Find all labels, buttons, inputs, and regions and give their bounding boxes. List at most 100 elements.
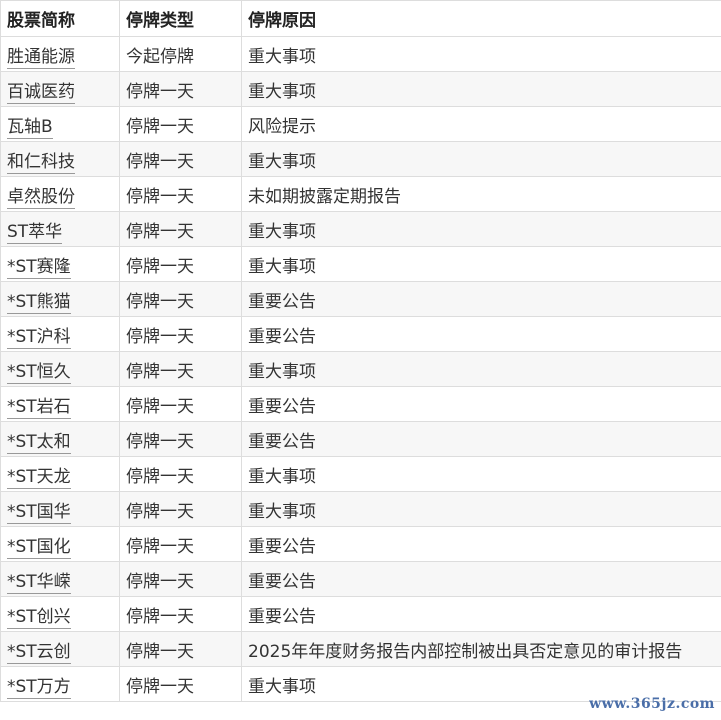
table-row: *ST创兴 停牌一天 重要公告 [0, 596, 721, 632]
stock-name-link[interactable]: *ST创兴 [7, 606, 71, 629]
cell-suspension-reason: 重要公告 [241, 596, 721, 632]
stock-name-link[interactable]: *ST太和 [7, 431, 71, 454]
table-row: 百诚医药 停牌一天 重大事项 [0, 71, 721, 107]
stock-name-link[interactable]: 瓦轴B [7, 116, 53, 139]
cell-suspension-type: 停牌一天 [119, 316, 242, 352]
table-header: 股票简称 停牌类型 停牌原因 [0, 0, 721, 37]
table-row: *ST国化 停牌一天 重要公告 [0, 526, 721, 562]
cell-suspension-type: 停牌一天 [119, 526, 242, 562]
cell-suspension-type: 今起停牌 [119, 36, 242, 72]
cell-suspension-reason: 风险提示 [241, 106, 721, 142]
cell-stock-name: *ST创兴 [0, 596, 120, 632]
cell-suspension-reason: 重要公告 [241, 526, 721, 562]
cell-stock-name: 瓦轴B [0, 106, 120, 142]
cell-stock-name: *ST国化 [0, 526, 120, 562]
cell-stock-name: *ST国华 [0, 491, 120, 527]
table-row: ST萃华 停牌一天 重大事项 [0, 211, 721, 247]
cell-stock-name: *ST云创 [0, 631, 120, 667]
cell-suspension-reason: 重大事项 [241, 36, 721, 72]
cell-suspension-type: 停牌一天 [119, 596, 242, 632]
stock-name-link[interactable]: *ST天龙 [7, 466, 71, 489]
table-row: 卓然股份 停牌一天 未如期披露定期报告 [0, 176, 721, 212]
stock-name-link[interactable]: *ST赛隆 [7, 256, 71, 279]
cell-suspension-reason: 重大事项 [241, 71, 721, 107]
cell-suspension-reason: 重大事项 [241, 211, 721, 247]
cell-suspension-reason: 重大事项 [241, 456, 721, 492]
suspension-table: 股票简称 停牌类型 停牌原因 胜通能源 今起停牌 重大事项 百诚医药 停牌一天 重大事项瓦… [0, 0, 721, 702]
cell-stock-name: *ST岩石 [0, 386, 120, 422]
cell-suspension-type: 停牌一天 [119, 246, 242, 282]
cell-suspension-reason: 重要公告 [241, 386, 721, 422]
table-row: *ST太和 停牌一天 重要公告 [0, 421, 721, 457]
cell-suspension-type: 停牌一天 [119, 491, 242, 527]
stock-name-link[interactable]: *ST沪科 [7, 326, 71, 349]
cell-suspension-type: 停牌一天 [119, 631, 242, 667]
table-row: 瓦轴B 停牌一天 风险提示 [0, 106, 721, 142]
cell-suspension-type: 停牌一天 [119, 71, 242, 107]
header-stock-name: 股票简称 [0, 0, 120, 37]
table-row: 和仁科技 停牌一天 重大事项 [0, 141, 721, 177]
header-row: 股票简称 停牌类型 停牌原因 [0, 0, 721, 37]
stock-name-link[interactable]: *ST熊猫 [7, 291, 71, 314]
table-row: *ST沪科 停牌一天 重要公告 [0, 316, 721, 352]
cell-stock-name: ST萃华 [0, 211, 120, 247]
table-row: *ST国华 停牌一天 重大事项 [0, 491, 721, 527]
cell-suspension-reason: 重大事项 [241, 141, 721, 177]
stock-name-link[interactable]: *ST国华 [7, 501, 71, 524]
cell-suspension-reason: 未如期披露定期报告 [241, 176, 721, 212]
table-row: *ST恒久 停牌一天 重大事项 [0, 351, 721, 387]
cell-suspension-type: 停牌一天 [119, 561, 242, 597]
table-row: *ST岩石 停牌一天 重要公告 [0, 386, 721, 422]
header-suspension-type: 停牌类型 [119, 0, 242, 37]
cell-suspension-reason: 重要公告 [241, 561, 721, 597]
cell-stock-name: *ST华嵘 [0, 561, 120, 597]
cell-suspension-type: 停牌一天 [119, 211, 242, 247]
table-row: *ST赛隆 停牌一天 重大事项 [0, 246, 721, 282]
cell-stock-name: *ST恒久 [0, 351, 120, 387]
cell-stock-name: *ST太和 [0, 421, 120, 457]
cell-stock-name: *ST沪科 [0, 316, 120, 352]
stock-name-link[interactable]: 卓然股份 [7, 186, 75, 209]
table-body: 胜通能源 今起停牌 重大事项 百诚医药 停牌一天 重大事项 瓦轴B 停牌一天 风险提示 和仁科技停… [0, 36, 721, 702]
table-row: *ST熊猫 停牌一天 重要公告 [0, 281, 721, 317]
cell-suspension-type: 停牌一天 [119, 421, 242, 457]
cell-stock-name: 胜通能源 [0, 36, 120, 72]
table-row: *ST华嵘 停牌一天 重要公告 [0, 561, 721, 597]
cell-suspension-type: 停牌一天 [119, 176, 242, 212]
site-watermark: www.365jz.com [589, 696, 715, 712]
cell-suspension-reason: 重要公告 [241, 281, 721, 317]
stock-name-link[interactable]: *ST云创 [7, 641, 71, 664]
stock-name-link[interactable]: 和仁科技 [7, 151, 75, 174]
stock-name-link[interactable]: 胜通能源 [7, 46, 75, 69]
cell-suspension-type: 停牌一天 [119, 456, 242, 492]
cell-suspension-reason: 重要公告 [241, 316, 721, 352]
cell-suspension-type: 停牌一天 [119, 141, 242, 177]
stock-name-link[interactable]: *ST恒久 [7, 361, 71, 384]
cell-suspension-type: 停牌一天 [119, 666, 242, 702]
cell-suspension-type: 停牌一天 [119, 106, 242, 142]
cell-suspension-reason: 重大事项 [241, 491, 721, 527]
cell-suspension-reason: 重大事项 [241, 351, 721, 387]
table-row: *ST云创 停牌一天 2025年年度财务报告内部控制被出具否定意见的审计报告 [0, 631, 721, 667]
stock-name-link[interactable]: *ST岩石 [7, 396, 71, 419]
cell-suspension-type: 停牌一天 [119, 281, 242, 317]
cell-stock-name: 和仁科技 [0, 141, 120, 177]
stock-name-link[interactable]: *ST国化 [7, 536, 71, 559]
stock-name-link[interactable]: *ST华嵘 [7, 571, 71, 594]
cell-stock-name: *ST赛隆 [0, 246, 120, 282]
cell-suspension-reason: 重要公告 [241, 421, 721, 457]
cell-suspension-type: 停牌一天 [119, 386, 242, 422]
cell-suspension-reason: 2025年年度财务报告内部控制被出具否定意见的审计报告 [241, 631, 721, 667]
cell-stock-name: 百诚医药 [0, 71, 120, 107]
cell-suspension-reason: 重大事项 [241, 246, 721, 282]
table-row: *ST天龙 停牌一天 重大事项 [0, 456, 721, 492]
cell-suspension-type: 停牌一天 [119, 351, 242, 387]
cell-stock-name: *ST天龙 [0, 456, 120, 492]
stock-name-link[interactable]: 百诚医药 [7, 81, 75, 104]
table-row: 胜通能源 今起停牌 重大事项 [0, 36, 721, 72]
cell-stock-name: *ST熊猫 [0, 281, 120, 317]
cell-stock-name: 卓然股份 [0, 176, 120, 212]
cell-stock-name: *ST万方 [0, 666, 120, 702]
stock-name-link[interactable]: *ST万方 [7, 676, 71, 699]
stock-name-link[interactable]: ST萃华 [7, 221, 63, 244]
